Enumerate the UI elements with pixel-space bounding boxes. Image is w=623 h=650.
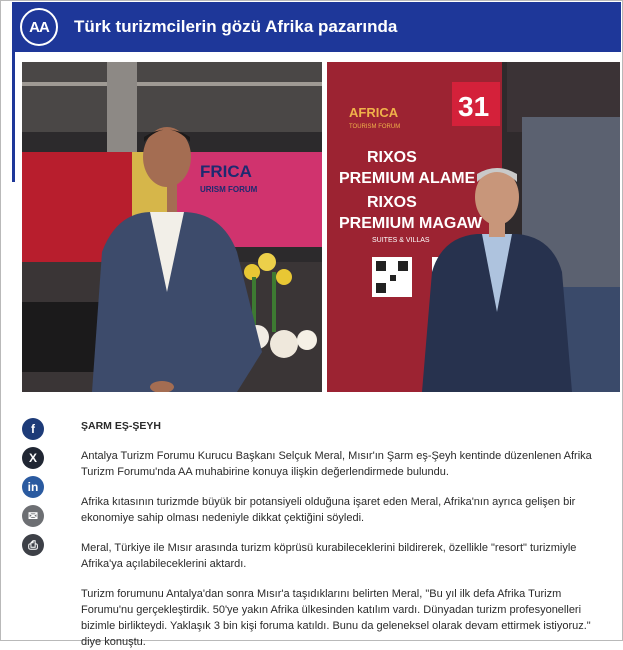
sign-line3: RIXOS xyxy=(367,194,417,211)
booth-number: 31 xyxy=(458,91,489,122)
facebook-icon: f xyxy=(31,422,35,436)
article-paragraph: Afrika kıtasının turizmde büyük bir pota… xyxy=(81,496,576,524)
aa-logo[interactable]: AA xyxy=(20,8,58,46)
article-body: ŞARM EŞ-ŞEYH Antalya Turizm Forumu Kuruc… xyxy=(81,418,601,650)
photo-right: 31 AFRICA TOURISM FORUM RIXOS PREMIUM AL… xyxy=(327,62,620,392)
photo-left: FRICA URISM FORUM xyxy=(22,62,322,392)
banner-sub: URISM FORUM xyxy=(200,185,258,194)
banner-text: FRICA xyxy=(200,162,252,181)
article-paragraph: Meral, Türkiye ile Mısır arasında turizm… xyxy=(81,542,577,570)
sign-logo: AFRICA xyxy=(349,105,399,120)
article-paragraph: Antalya Turizm Forumu Kurucu Başkanı Sel… xyxy=(81,450,592,478)
dateline: ŞARM EŞ-ŞEYH xyxy=(81,420,161,432)
accent-bar xyxy=(12,52,15,182)
sign-line4: PREMIUM MAGAW xyxy=(339,215,483,232)
print-button[interactable]: ⎙ xyxy=(22,534,44,556)
linkedin-icon: in xyxy=(27,480,39,494)
sign-line5: SUITES & VILLAS xyxy=(372,237,430,244)
site-header: AA Türk turizmcilerin gözü Afrika pazarı… xyxy=(12,2,621,52)
x-icon: X xyxy=(28,451,37,465)
sign-logo-sub: TOURISM FORUM xyxy=(349,124,400,130)
article-photo: FRICA URISM FORUM 31 AFRICA TOURISM FORU… xyxy=(22,62,620,392)
print-icon: ⎙ xyxy=(28,537,38,552)
linkedin-share-button[interactable]: in xyxy=(22,476,44,498)
sign-line2: PREMIUM ALAME xyxy=(339,170,476,187)
photo-right-scene: 31 AFRICA TOURISM FORUM RIXOS PREMIUM AL… xyxy=(327,62,620,392)
article-title: Türk turizmcilerin gözü Afrika pazarında xyxy=(74,17,398,36)
mail-icon: ✉ xyxy=(27,509,39,523)
photo-left-scene: FRICA URISM FORUM xyxy=(22,62,322,392)
email-share-button[interactable]: ✉ xyxy=(22,505,44,527)
sign-line1: RIXOS xyxy=(367,149,417,166)
x-share-button[interactable]: X xyxy=(22,447,44,469)
facebook-share-button[interactable]: f xyxy=(22,418,44,440)
article-paragraph: Turizm forumunu Antalya'dan sonra Mısır'… xyxy=(81,588,591,648)
